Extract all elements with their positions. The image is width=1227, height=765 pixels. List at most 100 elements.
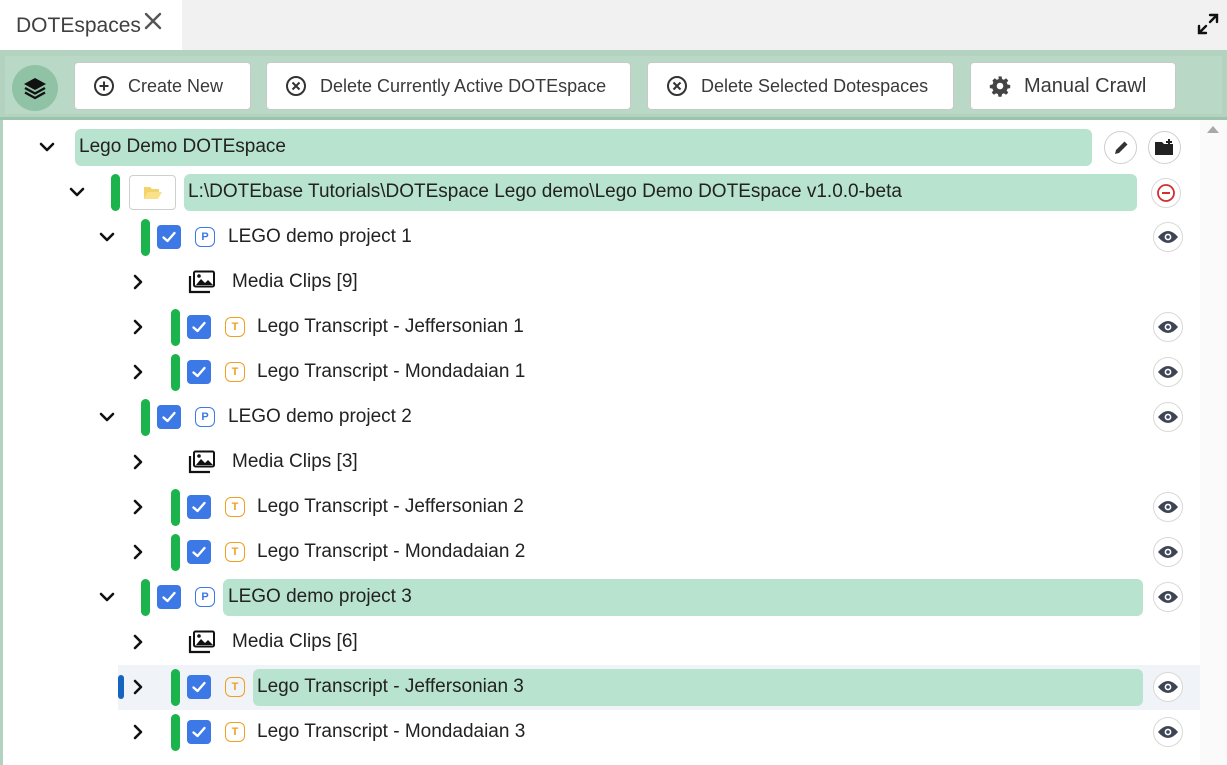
checkbox[interactable] [187, 315, 211, 339]
view-button[interactable] [1153, 312, 1183, 342]
checkbox[interactable] [187, 675, 211, 699]
root-label: Lego Demo DOTEspace [79, 136, 286, 157]
selection-indicator [118, 675, 124, 699]
check-icon [192, 726, 206, 738]
chevron-right-icon[interactable] [129, 453, 147, 471]
chevron-right-icon[interactable] [129, 633, 147, 651]
project-badge: P [195, 407, 215, 427]
layers-icon [24, 78, 46, 100]
chevron-right-icon[interactable] [129, 678, 147, 696]
create-new-label: Create New [128, 75, 224, 96]
layers-button[interactable] [12, 65, 58, 111]
tree-row-media[interactable]: Media Clips [3] [0, 440, 1200, 485]
transcript-label: Lego Transcript - Mondadaian 1 [257, 361, 526, 382]
tree-row-path[interactable]: L:\DOTEbase Tutorials\DOTEspace Lego dem… [0, 170, 1200, 215]
project-label: LEGO demo project 1 [228, 226, 412, 247]
status-bar [141, 219, 150, 256]
open-folder-button[interactable] [129, 175, 176, 210]
view-button[interactable] [1153, 357, 1183, 387]
view-button[interactable] [1153, 582, 1183, 612]
media-images-icon [188, 270, 215, 294]
project-badge: P [195, 227, 215, 247]
transcript-badge: T [225, 317, 245, 337]
chevron-down-icon[interactable] [98, 228, 116, 246]
remove-button[interactable] [1151, 178, 1181, 208]
status-bar [171, 489, 180, 526]
view-button[interactable] [1153, 672, 1183, 702]
chevron-right-icon[interactable] [129, 363, 147, 381]
media-images-icon [188, 450, 215, 474]
checkbox[interactable] [157, 405, 181, 429]
check-icon [162, 231, 176, 243]
checkbox[interactable] [187, 540, 211, 564]
chevron-down-icon[interactable] [98, 408, 116, 426]
delete-active-button[interactable]: Delete Currently Active DOTEspace [266, 62, 631, 110]
tree-row-project[interactable]: P LEGO demo project 2 [0, 395, 1200, 440]
path-label: L:\DOTEbase Tutorials\DOTEspace Lego dem… [188, 181, 902, 202]
chevron-right-icon[interactable] [129, 498, 147, 516]
tree-row-project[interactable]: P LEGO demo project 1 [0, 215, 1200, 260]
media-label: Media Clips [3] [232, 451, 358, 472]
tree-row-project[interactable]: P LEGO demo project 3 [0, 575, 1200, 620]
status-bar [171, 534, 180, 571]
tab-bar: DOTEspaces [0, 0, 1227, 50]
chevron-down-icon[interactable] [98, 588, 116, 606]
checkbox[interactable] [187, 495, 211, 519]
tree-row-transcript-selected[interactable]: T Lego Transcript - Jeffersonian 3 [118, 665, 1200, 710]
create-new-button[interactable]: Create New [74, 62, 251, 110]
tree-row-transcript[interactable]: T Lego Transcript - Jeffersonian 1 [0, 305, 1200, 350]
checkbox[interactable] [187, 720, 211, 744]
expand-icon[interactable] [1196, 12, 1220, 36]
view-button[interactable] [1153, 492, 1183, 522]
eye-icon [1158, 366, 1178, 378]
project-label: LEGO demo project 3 [228, 586, 412, 607]
scroll-up-arrow-icon[interactable] [1207, 126, 1219, 133]
check-icon [192, 366, 206, 378]
tree-row-media[interactable]: Media Clips [6] [0, 620, 1200, 665]
status-bar [141, 579, 150, 616]
check-icon [192, 546, 206, 558]
eye-icon [1158, 546, 1178, 558]
delete-selected-button[interactable]: Delete Selected Dotespaces [647, 62, 954, 110]
view-button[interactable] [1153, 537, 1183, 567]
tree-row-transcript[interactable]: T Lego Transcript - Jeffersonian 2 [0, 485, 1200, 530]
status-bar [171, 309, 180, 346]
add-folder-button[interactable] [1148, 131, 1181, 164]
check-icon [192, 681, 206, 693]
minus-circle-icon [1157, 184, 1175, 202]
transcript-badge: T [225, 497, 245, 517]
chevron-right-icon[interactable] [129, 543, 147, 561]
tree-row-transcript[interactable]: T Lego Transcript - Mondadaian 1 [0, 350, 1200, 395]
transcript-badge: T [225, 677, 245, 697]
view-button[interactable] [1153, 717, 1183, 747]
tree-row-media[interactable]: Media Clips [9] [0, 260, 1200, 305]
tree-row-transcript[interactable]: T Lego Transcript - Mondadaian 2 [0, 530, 1200, 575]
tree-row-root[interactable]: Lego Demo DOTEspace [0, 125, 1200, 170]
transcript-label: Lego Transcript - Jeffersonian 2 [257, 496, 524, 517]
checkbox[interactable] [157, 225, 181, 249]
transcript-label: Lego Transcript - Mondadaian 2 [257, 541, 526, 562]
manual-crawl-button[interactable]: Manual Crawl [970, 62, 1176, 110]
project-label: LEGO demo project 2 [228, 406, 412, 427]
view-button[interactable] [1153, 402, 1183, 432]
checkbox[interactable] [157, 585, 181, 609]
chevron-down-icon[interactable] [38, 138, 56, 156]
tab-dotespaces[interactable]: DOTEspaces [0, 0, 182, 50]
view-button[interactable] [1153, 222, 1183, 252]
eye-icon [1158, 726, 1178, 738]
vertical-scrollbar[interactable] [1200, 120, 1227, 765]
status-bar [171, 714, 180, 751]
chevron-right-icon[interactable] [129, 723, 147, 741]
status-bar [171, 669, 180, 706]
close-icon[interactable] [142, 10, 164, 32]
tree-row-transcript[interactable]: T Lego Transcript - Mondadaian 3 [0, 710, 1200, 755]
chevron-right-icon[interactable] [129, 318, 147, 336]
transcript-badge: T [225, 722, 245, 742]
pencil-icon [1114, 141, 1127, 154]
chevron-right-icon[interactable] [129, 273, 147, 291]
chevron-down-icon[interactable] [68, 183, 86, 201]
folder-open-icon [143, 186, 162, 199]
checkbox[interactable] [187, 360, 211, 384]
edit-button[interactable] [1104, 131, 1137, 164]
status-bar [111, 174, 120, 211]
